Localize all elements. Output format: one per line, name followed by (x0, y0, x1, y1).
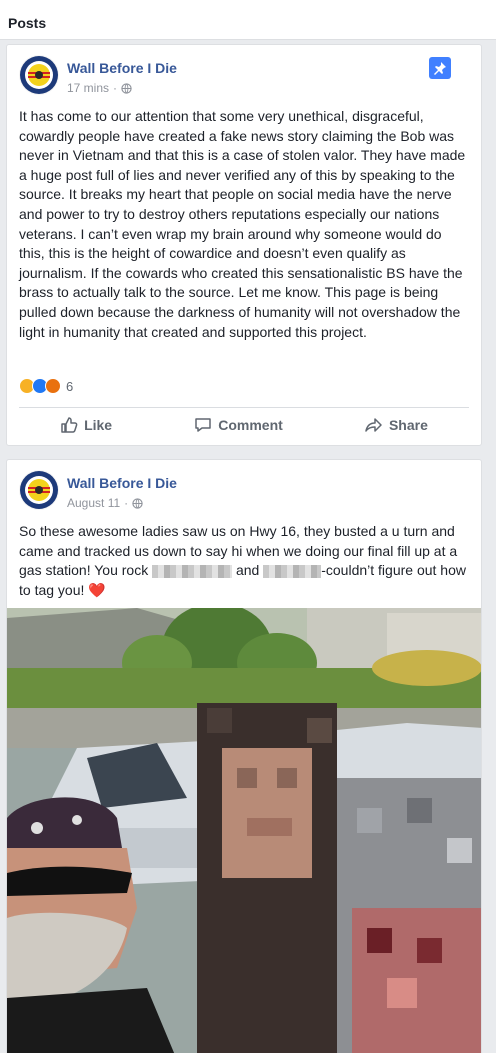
page-avatar[interactable] (19, 470, 59, 510)
globe-icon (132, 497, 143, 509)
share-icon (365, 418, 382, 432)
share-button[interactable]: Share (365, 416, 428, 434)
pin-icon[interactable] (429, 57, 451, 79)
post-timestamp[interactable]: August 11 (67, 496, 120, 510)
post-body-text: So these awesome ladies saw us on Hwy 16… (19, 522, 471, 600)
share-label: Share (388, 417, 428, 433)
comment-button[interactable]: Comment (194, 416, 283, 434)
redacted-tag-2 (263, 564, 322, 578)
like-label: Like (84, 417, 113, 433)
heart-icon: ❤️ (88, 581, 106, 598)
post-author[interactable]: Wall Before I Die (67, 475, 177, 491)
post-author[interactable]: Wall Before I Die (67, 60, 177, 76)
angry-icon (45, 378, 61, 394)
post-actions: Like Comment Share (19, 409, 469, 441)
page-avatar[interactable] (19, 55, 59, 95)
action-divider (19, 407, 469, 408)
post-text-part2: and (235, 562, 260, 579)
like-button[interactable]: Like (60, 416, 112, 434)
meta-separator: · (113, 81, 118, 95)
section-title: Posts (8, 15, 47, 31)
post-card-1: Wall Before I Die 17 mins · It has come … (6, 44, 482, 446)
post-photo[interactable] (7, 608, 481, 1053)
redacted-tag-1 (152, 564, 233, 578)
meta-separator: · (124, 496, 129, 510)
posts-section-header: Posts (0, 0, 496, 40)
globe-icon (121, 82, 132, 94)
post-card-2: Wall Before I Die August 11 · So these a… (6, 459, 482, 1053)
post-meta: 17 mins · (67, 81, 132, 95)
thumbs-up-icon (61, 417, 78, 433)
post-body-text: It has come to our attention that some v… (19, 108, 466, 340)
reaction-summary[interactable]: 6 (19, 378, 73, 394)
comment-icon (195, 418, 211, 432)
comment-label: Comment (218, 417, 283, 433)
reaction-count[interactable]: 6 (66, 379, 73, 394)
post-timestamp[interactable]: 17 mins (67, 81, 109, 95)
post-meta: August 11 · (67, 496, 143, 510)
